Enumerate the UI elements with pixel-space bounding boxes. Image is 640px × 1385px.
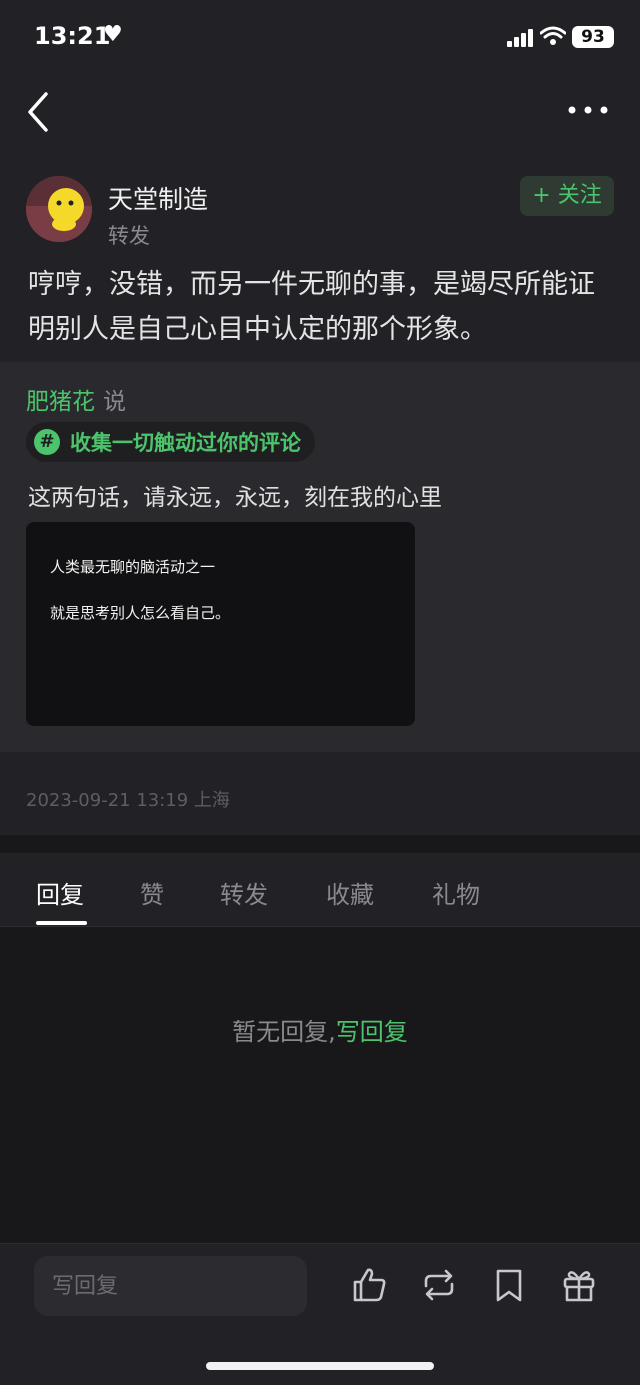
write-reply-link[interactable]: 写回复	[336, 1018, 408, 1046]
active-tab-indicator	[36, 921, 87, 925]
quote-image[interactable]: 人类最无聊的脑活动之一 就是思考别人怎么看自己。	[26, 522, 415, 726]
tab-reposts[interactable]: 转发	[220, 875, 268, 910]
status-time: 13:21	[34, 22, 111, 50]
quote-author-line: 肥猪花说	[26, 382, 126, 416]
tab-gifts[interactable]: 礼物	[432, 875, 480, 910]
bookmark-icon[interactable]	[490, 1266, 528, 1304]
tab-replies[interactable]: 回复	[36, 875, 84, 910]
post-timestamp: 2023-09-21 13:19 上海	[26, 790, 230, 811]
reply-input[interactable]	[34, 1256, 307, 1316]
battery-indicator: 93	[572, 26, 614, 48]
back-icon[interactable]	[22, 90, 58, 134]
empty-replies: 暂无回复,写回复	[0, 1012, 640, 1047]
quote-says: 说	[103, 389, 126, 415]
heart-icon: ♥	[103, 22, 123, 47]
bottom-action-bar	[0, 1243, 640, 1385]
home-indicator	[206, 1362, 434, 1370]
empty-text: 暂无回复,	[232, 1018, 336, 1046]
post-type: 转发	[108, 224, 150, 248]
tab-favorites[interactable]: 收藏	[326, 875, 374, 910]
post-author[interactable]: 天堂制造	[108, 180, 208, 216]
wifi-icon	[540, 26, 566, 45]
quote-author[interactable]: 肥猪花	[26, 389, 95, 415]
like-icon[interactable]	[350, 1266, 388, 1304]
status-bar: 13:21 ♥ 93	[0, 0, 640, 72]
post-text: 哼哼，没错，而另一件无聊的事，是竭尽所能证明别人是自己心目中认定的那个形象。	[28, 269, 595, 345]
quoted-post[interactable]: 肥猪花说 # 收集一切触动过你的评论 这两句话，请永远，永远，刻在我的心里 人类…	[0, 362, 640, 752]
signal-icon	[507, 29, 533, 47]
avatar[interactable]	[26, 176, 92, 242]
tab-bar: 回复 赞 转发 收藏 礼物	[0, 853, 640, 927]
gift-icon[interactable]	[560, 1266, 598, 1304]
topic-tag[interactable]: # 收集一切触动过你的评论	[26, 422, 315, 462]
nav-bar	[0, 80, 640, 144]
post-header: 天堂制造 转发 + 关注	[0, 170, 640, 250]
follow-button[interactable]: + 关注	[520, 176, 614, 216]
image-text-line: 就是思考别人怎么看自己。	[50, 604, 231, 622]
hashtag-icon: #	[34, 429, 60, 455]
tab-likes[interactable]: 赞	[140, 875, 164, 910]
more-icon[interactable]	[566, 98, 610, 122]
topic-tag-label: 收集一切触动过你的评论	[70, 431, 301, 455]
quote-text: 这两句话，请永远，永远，刻在我的心里	[28, 485, 442, 511]
repost-icon[interactable]	[420, 1266, 458, 1304]
image-text-line: 人类最无聊的脑活动之一	[50, 558, 216, 576]
